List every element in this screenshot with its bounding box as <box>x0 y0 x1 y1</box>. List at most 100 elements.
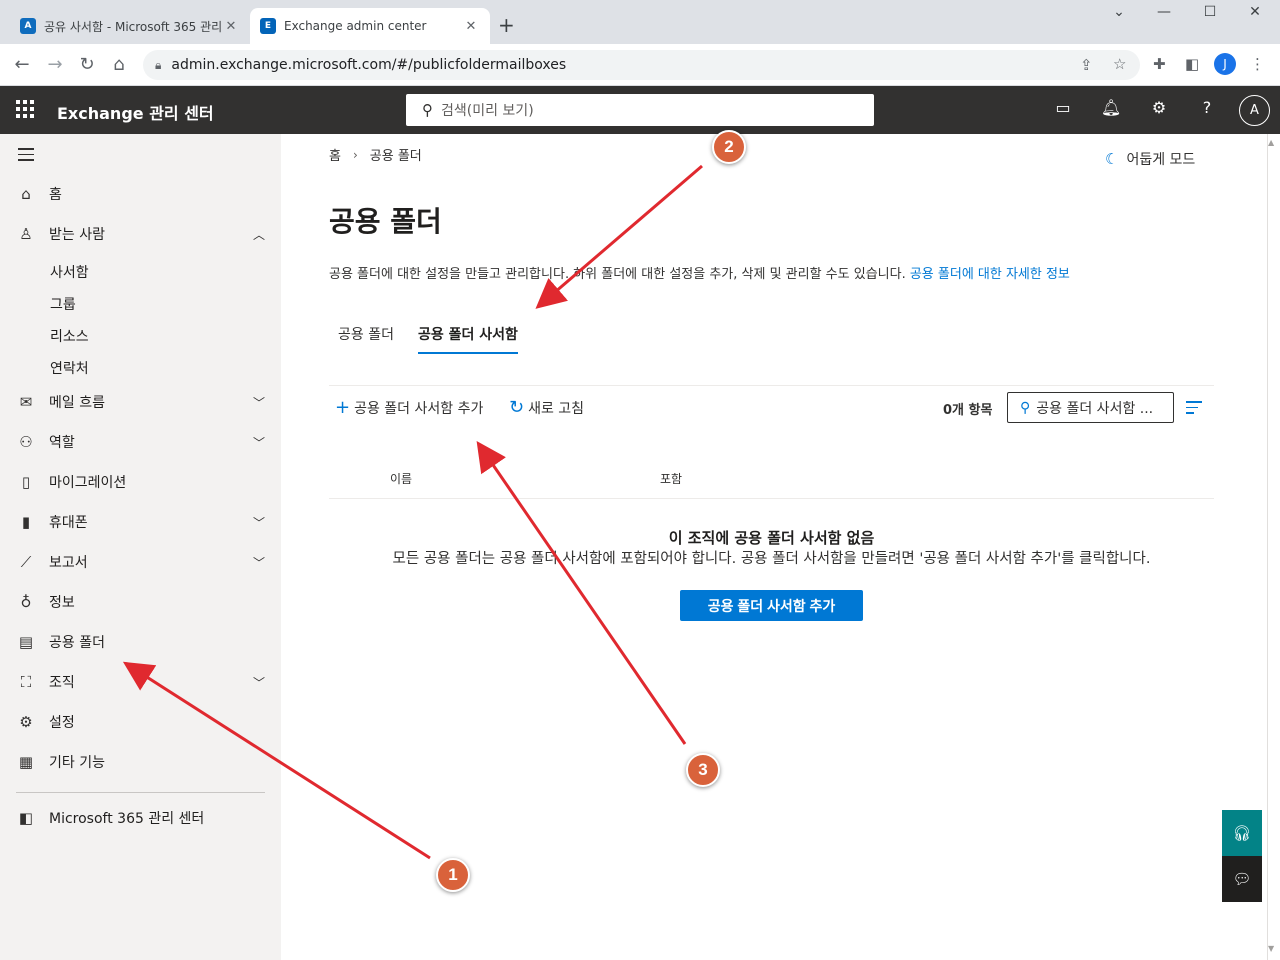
breadcrumb-current: 공용 폴더 <box>369 149 422 164</box>
empty-state-description: 모든 공용 폴더는 공용 폴더 사서함에 포함되어야 합니다. 공용 폴더 사서… <box>392 551 1151 567</box>
nav-item-reports[interactable]: ⟋ 보고서 ﹀ <box>0 544 281 580</box>
nav-item-m365-admin[interactable]: ◧ Microsoft 365 관리 센터 <box>0 800 281 836</box>
chevron-down-icon[interactable]: ⌄ <box>1096 4 1142 20</box>
nav-label: Microsoft 365 관리 센터 <box>49 811 205 827</box>
lightbulb-icon: ♁ <box>20 593 32 611</box>
nav-label: 보고서 <box>49 555 88 571</box>
user-avatar[interactable]: A <box>1239 95 1270 126</box>
filter-input[interactable]: ⚲ 공용 폴더 사서함 ... <box>1007 392 1174 423</box>
address-bar[interactable]: 🔒︎ admin.exchange.microsoft.com/#/public… <box>143 50 1140 80</box>
add-mailbox-button[interactable]: 공용 폴더 사서함 추가 <box>680 590 863 621</box>
close-icon[interactable]: ✕ <box>222 19 240 34</box>
nav-divider <box>16 792 265 793</box>
reload-icon[interactable]: ↻ <box>75 54 99 75</box>
share-icon[interactable]: ⇪ <box>1080 56 1093 74</box>
home-icon: ⌂ <box>21 185 31 203</box>
nav-item-insights[interactable]: ♁ 정보 <box>0 584 281 620</box>
annotation-marker-1: 1 <box>436 858 470 892</box>
nav-item-migration[interactable]: ▯ 마이그레이션 <box>0 464 281 500</box>
nav-label: 마이그레이션 <box>49 475 127 491</box>
refresh-icon: ↻ <box>509 397 525 418</box>
nav-label: 정보 <box>49 595 75 611</box>
dark-mode-toggle[interactable]: ☾ 어둡게 모드 <box>1105 149 1195 169</box>
nav-item-public-folders[interactable]: ▤ 공용 폴더 <box>0 624 281 660</box>
gear-icon[interactable]: ⚙ <box>1147 98 1171 122</box>
bell-icon[interactable]: 🔔︎ <box>1099 98 1123 122</box>
filter-icon[interactable] <box>1186 401 1202 418</box>
nav-sub-mailboxes[interactable]: 사서함 <box>50 262 89 282</box>
profile-avatar[interactable]: J <box>1214 53 1236 75</box>
scroll-down-icon[interactable]: ▼ <box>1268 944 1274 953</box>
extensions-icon[interactable]: ✚ <box>1153 55 1166 73</box>
support-headset-icon[interactable]: 🎧︎ <box>1222 810 1262 856</box>
search-input[interactable]: ⚲ 검색(미리 보기) <box>406 94 874 126</box>
maximize-button[interactable]: ☐ <box>1187 4 1233 20</box>
chevron-down-icon: ﹀ <box>252 515 265 530</box>
column-header-contains[interactable]: 포함 <box>660 470 682 487</box>
add-mailbox-command[interactable]: + 공용 폴더 사서함 추가 <box>335 397 483 418</box>
search-icon: ⚲ <box>1020 399 1031 416</box>
home-icon[interactable]: ⌂ <box>107 54 131 75</box>
nav-item-recipients[interactable]: ♙ 받는 사람 ︿ <box>0 216 281 252</box>
table-icon: ▦ <box>18 753 34 771</box>
nav-item-organization[interactable]: ⛶ 조직 ﹀ <box>0 664 281 700</box>
help-icon[interactable]: ? <box>1195 98 1219 122</box>
annotation-marker-2: 2 <box>712 130 746 164</box>
roles-icon: ⚇ <box>19 433 33 451</box>
nav-item-settings[interactable]: ⚙ 설정 <box>0 704 281 740</box>
nav-label: 공용 폴더 <box>49 635 105 651</box>
url-text: admin.exchange.microsoft.com/#/publicfol… <box>171 57 567 73</box>
divider <box>329 498 1214 499</box>
chevron-down-icon: ﹀ <box>252 675 265 690</box>
empty-state-title: 이 조직에 공용 폴더 사서함 없음 <box>668 529 875 547</box>
bookmark-star-icon[interactable]: ☆ <box>1113 55 1126 73</box>
nav-sub-groups[interactable]: 그룹 <box>50 294 76 314</box>
nav-item-mail-flow[interactable]: ✉ 메일 흐름 ﹀ <box>0 384 281 420</box>
page-title: 공용 폴더 <box>329 205 442 238</box>
browser-tab-shared-mailbox[interactable]: A 공유 사서함 - Microsoft 365 관리 ✕ <box>10 8 250 44</box>
refresh-command[interactable]: ↻ 새로 고침 <box>509 397 584 418</box>
nav-sub-contacts[interactable]: 연락처 <box>50 358 89 378</box>
close-icon[interactable]: ✕ <box>462 19 480 34</box>
window-close-button[interactable]: ✕ <box>1232 4 1278 20</box>
nav-item-home[interactable]: ⌂ 홈 <box>0 176 281 212</box>
office-logo-icon: ◧ <box>18 809 34 827</box>
nav-item-other-features[interactable]: ▦ 기타 기능 <box>0 744 281 780</box>
browser-toolbar: ← → ↻ ⌂ 🔒︎ admin.exchange.microsoft.com/… <box>0 44 1280 86</box>
forward-icon[interactable]: → <box>43 54 67 75</box>
app-launcher-icon[interactable] <box>16 100 34 118</box>
refresh-label: 새로 고침 <box>528 400 585 417</box>
nav-item-mobile[interactable]: ▮ 휴대폰 ﹀ <box>0 504 281 540</box>
browser-tab-exchange[interactable]: E Exchange admin center ✕ <box>250 8 490 44</box>
nav-label: 홈 <box>49 187 62 203</box>
feedback-icon[interactable]: 💬︎ <box>1222 856 1262 902</box>
tab-public-folders[interactable]: 공용 폴더 <box>329 318 403 354</box>
app-header: Exchange 관리 센터 ⚲ 검색(미리 보기) ▭ 🔔︎ ⚙ ? A <box>0 86 1280 134</box>
mail-icon: ✉ <box>19 393 33 411</box>
terminal-icon[interactable]: ▭ <box>1051 98 1075 122</box>
new-tab-button[interactable]: + <box>498 13 515 37</box>
org-icon: ⛶ <box>20 673 32 691</box>
chevron-right-icon: › <box>352 147 358 162</box>
minimize-button[interactable]: — <box>1141 4 1187 20</box>
side-panel-icon[interactable]: ◧ <box>1185 55 1199 73</box>
hamburger-icon[interactable] <box>18 148 34 165</box>
vertical-scrollbar[interactable] <box>1267 134 1280 960</box>
nav-label: 받는 사람 <box>49 227 105 243</box>
nav-sub-resources[interactable]: 리소스 <box>50 326 89 346</box>
scroll-up-icon[interactable]: ▲ <box>1268 138 1274 147</box>
page-tabs: 공용 폴더 공용 폴더 사서함 <box>329 318 533 354</box>
back-icon[interactable]: ← <box>10 54 34 75</box>
breadcrumb-home[interactable]: 홈 <box>329 145 341 164</box>
column-header-name[interactable]: 이름 <box>390 470 412 487</box>
mobile-icon: ▮ <box>21 513 31 531</box>
app-title[interactable]: Exchange 관리 센터 <box>57 100 214 124</box>
menu-icon[interactable]: ⋮ <box>1250 55 1265 73</box>
learn-more-link[interactable]: 공용 폴더에 대한 자세한 정보 <box>910 267 1070 282</box>
nav-label: 역할 <box>49 435 75 451</box>
lock-icon: 🔒︎ <box>155 57 162 72</box>
nav-item-roles[interactable]: ⚇ 역할 ﹀ <box>0 424 281 460</box>
dark-mode-label: 어둡게 모드 <box>1126 152 1196 168</box>
tab-public-folder-mailboxes[interactable]: 공용 폴더 사서함 <box>409 318 527 354</box>
breadcrumb: 홈 › 공용 폴더 <box>329 145 422 165</box>
